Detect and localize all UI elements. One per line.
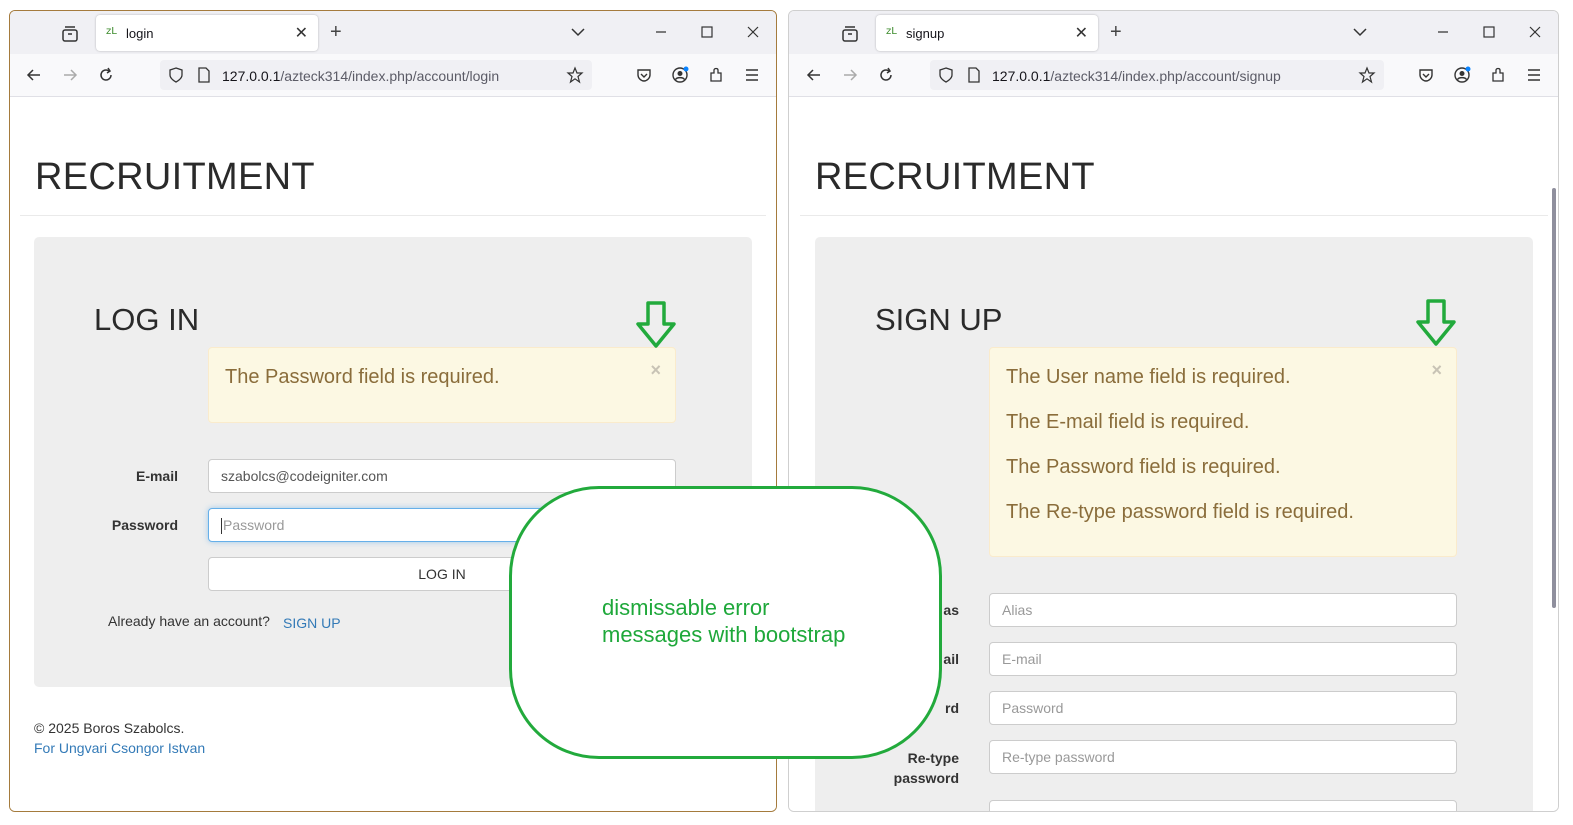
footer-link[interactable]: For Ungvari Csongor Istvan [34,740,205,756]
close-icon[interactable]: ✕ [295,23,308,43]
maximize-icon[interactable] [1480,23,1498,41]
tab-login[interactable]: zL login ✕ [96,15,318,51]
alert-message: The E-mail field is required. [1006,411,1250,433]
account-icon[interactable] [671,66,689,84]
panel-title: SIGN UP [875,302,1003,337]
url-bar[interactable]: 127.0.0.1/azteck314/index.php/account/lo… [160,60,592,90]
next-field[interactable] [989,800,1457,811]
retype-password-field[interactable]: Re-type password [989,740,1457,774]
panel-title: LOG IN [94,302,200,337]
plus-icon[interactable]: + [1110,21,1122,44]
tab-title: login [126,26,154,41]
reload-icon[interactable] [97,66,115,84]
star-icon[interactable] [566,66,584,84]
maximize-icon[interactable] [698,23,716,41]
error-alert: The Password field is required. × [208,347,676,423]
tab-manager-icon[interactable] [60,24,80,44]
signup-link[interactable]: SIGN UP [283,615,341,631]
divider [800,215,1548,216]
site-title: RECRUITMENT [815,156,1095,198]
minimize-icon[interactable] [1434,23,1452,41]
scrollbar[interactable] [1552,188,1556,608]
favicon-icon: zL [106,26,117,37]
shield-icon[interactable] [168,67,184,83]
arrow-down-icon [636,301,676,348]
error-alert: The User name field is required. The E-m… [989,347,1457,557]
divider [20,215,766,216]
password-field[interactable]: Password [989,691,1457,725]
callout-text: dismissable error messages with bootstra… [602,595,846,647]
reload-icon[interactable] [877,66,895,84]
text-caret [221,518,222,535]
account-icon[interactable] [1453,66,1471,84]
page-icon[interactable] [966,67,982,83]
menu-icon[interactable] [743,66,761,84]
close-icon[interactable] [744,23,762,41]
extensions-icon[interactable] [1489,66,1507,84]
alert-message: The Password field is required. [1006,456,1281,478]
extensions-icon[interactable] [707,66,725,84]
retype-password-label: Re-type password [893,750,959,786]
favicon-icon: zL [886,26,897,37]
alert-message: The Re-type password field is required. [1006,501,1354,523]
email-field[interactable]: E-mail [989,642,1457,676]
alert-message: The User name field is required. [1006,366,1291,388]
footer-copyright: © 2025 Boros Szabolcs. [34,720,185,736]
password-label: Password [111,517,178,533]
forward-icon[interactable] [61,66,79,84]
page-icon[interactable] [196,67,212,83]
chevron-down-icon[interactable] [1351,23,1369,41]
plus-icon[interactable]: + [330,21,342,44]
minimize-icon[interactable] [652,23,670,41]
alias-field[interactable]: Alias [989,593,1457,627]
star-icon[interactable] [1358,66,1376,84]
tab-signup[interactable]: zL signup ✕ [876,15,1098,51]
arrow-down-icon [1416,299,1456,346]
tab-manager-icon[interactable] [840,24,860,44]
email-label: E-mail [135,468,178,484]
annotation-callout: dismissable error messages with bootstra… [509,486,942,759]
alert-message: The Password field is required. [225,366,500,388]
site-title: RECRUITMENT [35,156,315,198]
close-icon[interactable]: ✕ [1075,23,1088,43]
password-placeholder: Password [223,517,285,533]
forward-icon[interactable] [841,66,859,84]
url-bar[interactable]: 127.0.0.1/azteck314/index.php/account/si… [930,60,1384,90]
account-prompt: Already have an account? [108,613,270,629]
chevron-down-icon[interactable] [569,23,587,41]
back-icon[interactable] [25,66,43,84]
tab-bar: zL signup ✕ + [789,11,1558,54]
back-icon[interactable] [805,66,823,84]
tab-title: signup [906,26,945,41]
url-text[interactable]: 127.0.0.1/azteck314/index.php/account/si… [992,68,1281,84]
close-icon[interactable] [1526,23,1544,41]
nav-bar: 127.0.0.1/azteck314/index.php/account/si… [789,54,1558,97]
pocket-icon[interactable] [635,66,653,84]
nav-bar: 127.0.0.1/azteck314/index.php/account/lo… [10,54,776,97]
close-icon[interactable]: × [1431,360,1442,381]
close-icon[interactable]: × [650,360,661,381]
menu-icon[interactable] [1525,66,1543,84]
tab-bar: zL login ✕ + [10,11,776,54]
url-text[interactable]: 127.0.0.1/azteck314/index.php/account/lo… [222,68,499,84]
shield-icon[interactable] [938,67,954,83]
pocket-icon[interactable] [1417,66,1435,84]
